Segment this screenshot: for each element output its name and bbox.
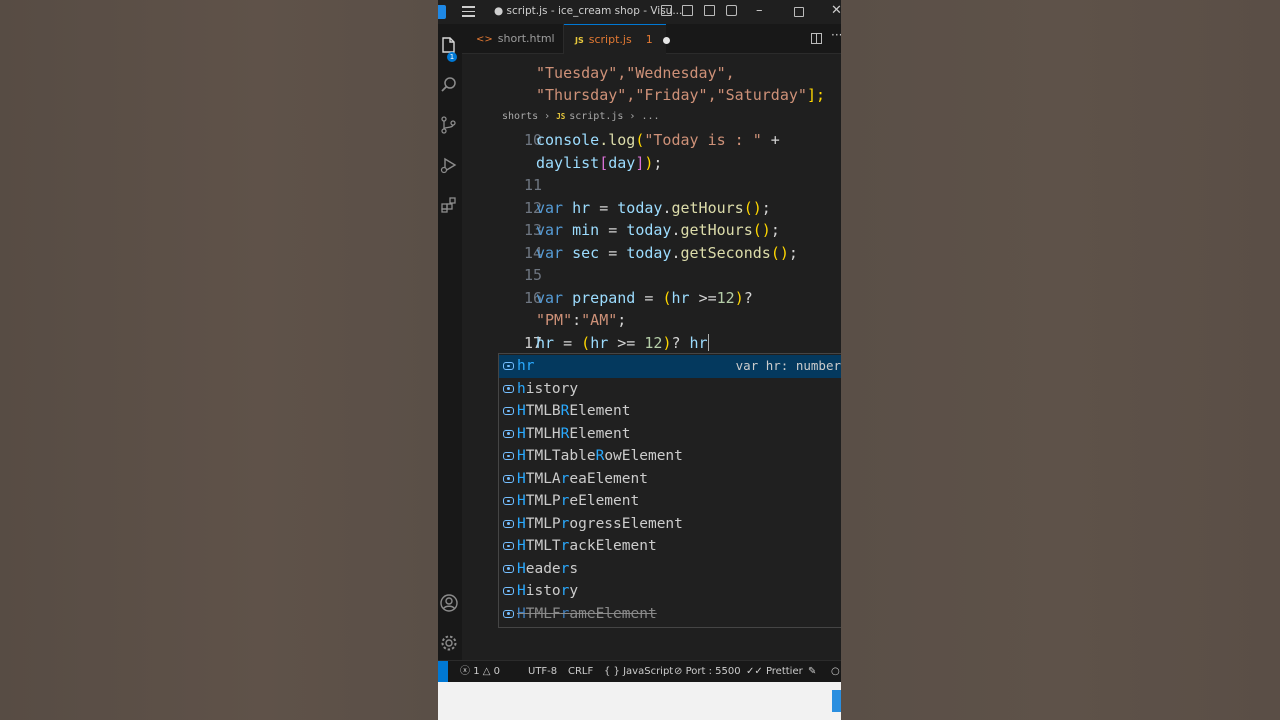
live-server-port[interactable]: ⊘ Port : 5500 (674, 661, 741, 682)
toggle-primary-sidebar-icon[interactable] (661, 5, 672, 16)
suggestion-item[interactable]: hr var hr: number (499, 355, 841, 378)
encoding-status[interactable]: UTF-8 (528, 661, 557, 682)
remote-indicator[interactable] (438, 661, 448, 682)
variable-icon (503, 564, 514, 573)
maximize-icon[interactable] (794, 7, 804, 17)
variable-icon (503, 497, 514, 505)
line-number-active: 17 (523, 334, 542, 352)
errors-status[interactable]: ⓧ 1 △ 0 (460, 661, 500, 682)
line-number: 12 (523, 199, 542, 217)
suggestion-item[interactable]: HTMLTableRowElement (499, 445, 841, 468)
problem-count: 1 (645, 33, 653, 46)
suggestion-item[interactable]: Headers (499, 558, 841, 581)
code-line-16: var prepand = (hr >=12)? (536, 289, 753, 307)
feedback-icon[interactable]: ✎ (808, 661, 816, 682)
search-icon[interactable] (438, 72, 462, 96)
variable-icon (503, 474, 514, 483)
code-line-8-wrap-b: "Thursday","Friday","Saturday"]; (536, 86, 825, 104)
vscode-window: ● script.js - ice_cream shop - Visu... –… (438, 0, 841, 720)
line-number: 10 (523, 131, 542, 149)
breadcrumb: shorts › JS script.js › ... (486, 108, 841, 126)
tab-label: short.html (497, 32, 555, 45)
js-icon: JS (575, 36, 584, 45)
explorer-icon[interactable]: 1 (438, 32, 462, 62)
taskbar-app-icon (832, 690, 841, 712)
suggestion-item[interactable]: HTMLBRElement (499, 400, 841, 423)
tab-label: script.js (588, 33, 632, 46)
explorer-badge: 1 (447, 52, 457, 62)
variable-icon (503, 362, 514, 370)
variable-icon (503, 452, 514, 460)
suggestion-item[interactable]: HTMLHRElement (499, 423, 841, 446)
text-cursor (707, 334, 710, 351)
chevron-right-icon: › (538, 111, 557, 122)
minimize-icon[interactable]: – (756, 3, 763, 18)
chevron-right-icon: › (623, 111, 642, 122)
video-background-left (0, 0, 438, 720)
breadcrumb-more[interactable]: ... (641, 111, 659, 122)
variable-icon (503, 519, 514, 528)
autocomplete-suggest-widget: hr var hr: number history HTMLBRElement … (498, 353, 841, 628)
variable-icon (503, 542, 514, 550)
code-line-12: var hr = today.getHours(); (536, 199, 771, 217)
breadcrumb-file[interactable]: script.js (569, 111, 623, 122)
accounts-icon[interactable] (438, 590, 462, 614)
html-icon: <> (476, 34, 493, 45)
variable-icon (503, 429, 514, 438)
line-number: 15 (523, 266, 542, 284)
suggestion-item[interactable]: HTMLProgressElement (499, 513, 841, 536)
notifications-icon[interactable]: ○ (831, 661, 840, 682)
tab-script-js[interactable]: JS script.js 1 (564, 24, 670, 54)
split-editor-icon[interactable] (811, 33, 822, 44)
more-actions-icon[interactable]: ··· (831, 28, 841, 42)
vscode-logo-icon (438, 5, 446, 19)
suggestion-detail: var hr: number (735, 358, 841, 373)
variable-icon (503, 587, 514, 595)
suggestion-item[interactable]: HTMLTrackElement (499, 535, 841, 558)
suggestion-item[interactable]: History (499, 580, 841, 603)
toggle-secondary-sidebar-icon[interactable] (704, 5, 715, 16)
js-icon: JS (556, 112, 566, 121)
hamburger-menu-icon[interactable] (462, 6, 475, 17)
line-number: 13 (523, 221, 542, 239)
line-number: 11 (523, 176, 542, 194)
eol-status[interactable]: CRLF (568, 661, 593, 682)
activity-bar: 1 (438, 24, 462, 660)
run-debug-icon[interactable] (438, 152, 462, 176)
variable-icon (503, 407, 514, 415)
status-bar: ⓧ 1 △ 0 UTF-8 CRLF { } JavaScript ⊘ Port… (438, 660, 841, 682)
line-number: 16 (523, 289, 542, 307)
suggestion-item[interactable]: HTMLPreElement (499, 490, 841, 513)
taskbar-strip (438, 682, 841, 720)
code-editor[interactable]: shorts › JS script.js › ... "Tuesday","We… (462, 54, 841, 660)
code-line-17: hr = (hr >= 12)? hr (536, 334, 710, 352)
video-background-right (841, 0, 1280, 720)
extensions-icon[interactable] (438, 192, 462, 216)
window-title: ● script.js - ice_cream shop - Visu... (494, 5, 683, 17)
manage-gear-icon[interactable] (438, 630, 462, 654)
variable-icon (503, 384, 514, 393)
suggestion-item[interactable]: history (499, 378, 841, 401)
customize-layout-icon[interactable] (726, 5, 737, 16)
code-line-16-wrap: "PM":"AM"; (536, 311, 627, 329)
variable-icon (503, 609, 514, 618)
close-icon[interactable]: ✕ (831, 3, 841, 18)
title-bar: ● script.js - ice_cream shop - Visu... –… (438, 0, 841, 24)
suggestion-item-deprecated[interactable]: HTMLFrameElement (499, 603, 841, 626)
breadcrumb-folder[interactable]: shorts (502, 111, 538, 122)
source-control-icon[interactable] (438, 112, 462, 136)
code-line-10: console.log("Today is : " + (536, 131, 780, 149)
suggestion-item[interactable]: HTMLAreaElement (499, 468, 841, 491)
code-line-14: var sec = today.getSeconds(); (536, 244, 798, 262)
code-line-8-wrap-a: "Tuesday","Wednesday", (536, 64, 735, 82)
code-line-10-wrap: daylist[day]); (536, 154, 663, 172)
prettier-status[interactable]: ✓✓ Prettier (746, 661, 803, 682)
tab-short-html[interactable]: <> short.html (462, 24, 564, 54)
line-number: 14 (523, 244, 542, 262)
editor-tab-bar: <> short.html JS script.js 1 ··· (462, 24, 841, 54)
language-status[interactable]: { } JavaScript (604, 661, 673, 682)
toggle-panel-icon[interactable] (682, 5, 693, 16)
code-line-13: var min = today.getHours(); (536, 221, 780, 239)
unsaved-dot-icon[interactable] (662, 36, 670, 44)
